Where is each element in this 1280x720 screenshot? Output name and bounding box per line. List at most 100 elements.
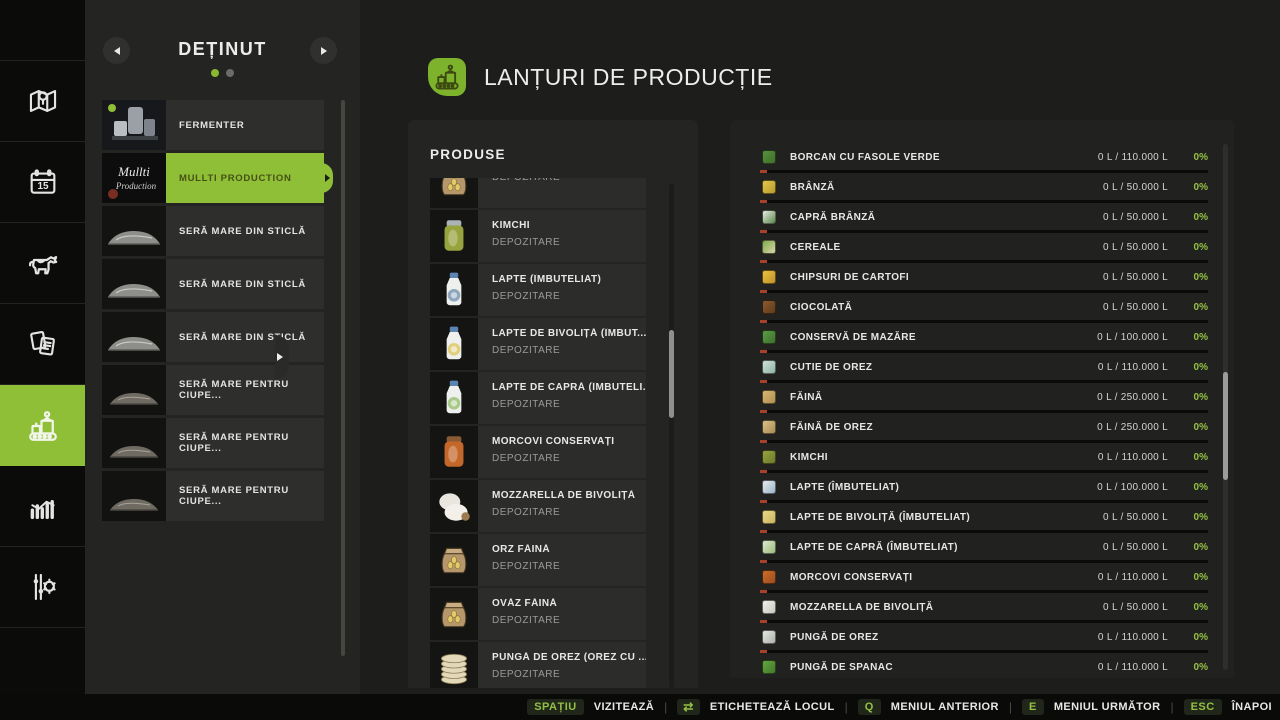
storage-row[interactable]: CUTIE DE OREZ 0 L / 110.000 L 0%	[760, 354, 1208, 384]
owned-building-item[interactable]: SERĂ MARE DIN STICLĂ	[102, 206, 324, 256]
product-name: ORZ FĂINĂ	[492, 544, 646, 555]
storage-row[interactable]: CONSERVĂ DE MAZĂRE 0 L / 100.000 L 0%	[760, 324, 1208, 354]
building-label-area: FERMENTER	[166, 100, 324, 150]
storage-fill-value: 0 L / 50.000 L	[1103, 512, 1168, 523]
building-label-area: MULLTI PRODUCTION	[166, 153, 324, 203]
product-thumbnail	[430, 264, 478, 316]
building-label-area: SERĂ MARE DIN STICLĂ	[166, 259, 324, 309]
storage-product-name: CHIPSURI DE CARTOFI	[790, 272, 909, 283]
cow-icon	[25, 245, 61, 281]
owned-building-item[interactable]: SERĂ MARE PENTRU CIUPE...	[102, 471, 324, 521]
product-item[interactable]: MORCOVI CONSERVAȚI DEPOZITARE	[430, 426, 646, 478]
svg-text:15: 15	[37, 181, 49, 192]
building-thumbnail	[102, 418, 166, 468]
nav-map[interactable]	[0, 61, 85, 142]
product-item[interactable]: LAPTE DE BIVOLIȚĂ (ÎMBUT... DEPOZITARE	[430, 318, 646, 370]
product-text-area: MOZZARELLA DE BIVOLIȚĂ DEPOZITARE	[478, 480, 646, 532]
key-action-label: ETICHETEAZĂ LOCUL	[710, 701, 835, 713]
storage-row[interactable]: CIOCOLATĂ 0 L / 50.000 L 0%	[760, 294, 1208, 324]
storage-row[interactable]: CHIPSURI DE CARTOFI 0 L / 50.000 L 0%	[760, 264, 1208, 294]
storage-product-name: BORCAN CU FASOLE VERDE	[790, 152, 940, 163]
storage-fill-bar-marker	[760, 560, 767, 563]
product-icon	[762, 540, 776, 554]
storage-fill-percent: 0%	[1194, 182, 1208, 193]
owned-building-item[interactable]: SERĂ MARE DIN STICLĂ	[102, 259, 324, 309]
storage-row[interactable]: BORCAN CU FASOLE VERDE 0 L / 110.000 L 0…	[760, 144, 1208, 174]
chevron-left-icon	[114, 47, 120, 55]
storage-row[interactable]: PUNGĂ DE OREZ 0 L / 110.000 L 0%	[760, 624, 1208, 654]
owned-list-scrollbar[interactable]	[341, 100, 345, 656]
storage-row[interactable]: LAPTE (ÎMBUTELIAT) 0 L / 100.000 L 0%	[760, 474, 1208, 504]
storage-fill-bar	[760, 500, 1208, 503]
storage-row[interactable]: BRÂNZĂ 0 L / 50.000 L 0%	[760, 174, 1208, 204]
scrollbar-thumb[interactable]	[1223, 372, 1228, 480]
building-thumbnail	[102, 259, 166, 309]
product-item[interactable]: LAPTE (ÎMBUTELIAT) DEPOZITARE	[430, 264, 646, 316]
storage-row[interactable]: LAPTE DE CAPRĂ (ÎMBUTELIAT) 0 L / 50.000…	[760, 534, 1208, 564]
hotkey-item[interactable]: ESC ÎNAPOI |	[1184, 699, 1272, 715]
storage-row[interactable]: CEREALE 0 L / 50.000 L 0%	[760, 234, 1208, 264]
production-chains-icon	[25, 408, 61, 444]
hotkey-item[interactable]: SPAȚIU VIZITEAZĂ |	[527, 699, 677, 715]
storage-product-name: CONSERVĂ DE MAZĂRE	[790, 332, 916, 343]
product-icon	[762, 210, 776, 224]
building-name: SERĂ MARE PENTRU CIUPE...	[179, 432, 324, 454]
storage-scrollbar[interactable]	[1223, 144, 1228, 670]
owned-prev-page-button[interactable]	[103, 37, 130, 64]
product-storage-label: DEPOZITARE	[492, 237, 646, 248]
page-title: LANȚURI DE PRODUCȚIE	[484, 64, 773, 91]
owned-building-item[interactable]: SERĂ MARE PENTRU CIUPE...	[102, 365, 324, 415]
owned-next-page-button[interactable]	[310, 37, 337, 64]
product-item[interactable]: ORZ FĂINĂ DEPOZITARE	[430, 534, 646, 586]
hotkey-item[interactable]: E MENIUL URMĂTOR |	[1022, 699, 1184, 715]
selected-item-arrow-icon	[325, 174, 330, 182]
storage-row[interactable]: MORCOVI CONSERVAȚI 0 L / 110.000 L 0%	[760, 564, 1208, 594]
products-scrollbar[interactable]	[669, 184, 674, 688]
building-thumbnail	[102, 312, 166, 362]
storage-product-name: MORCOVI CONSERVAȚI	[790, 572, 912, 583]
map-icon	[26, 84, 60, 118]
storage-row[interactable]: LAPTE DE BIVOLIȚĂ (ÎMBUTELIAT) 0 L / 50.…	[760, 504, 1208, 534]
hotkey-item[interactable]: Q MENIUL ANTERIOR |	[858, 699, 1022, 715]
product-item[interactable]: PUNGĂ DE OREZ (OREZ CU ... DEPOZITARE	[430, 642, 646, 688]
product-item[interactable]: LAPTE DE CAPRĂ (ÎMBUTELI... DEPOZITARE	[430, 372, 646, 424]
nav-settings[interactable]	[0, 547, 85, 628]
product-item[interactable]: MOZZARELLA DE BIVOLIȚĂ DEPOZITARE	[430, 480, 646, 532]
storage-row[interactable]: CAPRĂ BRÂNZĂ 0 L / 50.000 L 0%	[760, 204, 1208, 234]
nav-contracts[interactable]	[0, 304, 85, 385]
owned-building-item[interactable]: SERĂ MARE DIN STICLĂ	[102, 312, 324, 362]
product-text-area: PUNGĂ DE OREZ (OREZ CU ... DEPOZITARE	[478, 642, 646, 688]
scrollbar-thumb[interactable]	[341, 100, 345, 656]
storage-fill-bar	[760, 380, 1208, 383]
svg-text:Production: Production	[115, 181, 157, 191]
storage-fill-bar-marker	[760, 290, 767, 293]
product-icon	[762, 330, 776, 344]
scrollbar-thumb[interactable]	[669, 330, 674, 418]
page-dot	[226, 69, 234, 77]
hotkey-item[interactable]: ⇄ ETICHETEAZĂ LOCUL |	[677, 699, 857, 715]
storage-row[interactable]: FĂINĂ DE OREZ 0 L / 250.000 L 0%	[760, 414, 1208, 444]
storage-row[interactable]: PUNGĂ DE SPANAC 0 L / 110.000 L 0%	[760, 654, 1208, 678]
product-item[interactable]: KIMCHI DEPOZITARE	[430, 210, 646, 262]
nav-statistics[interactable]	[0, 466, 85, 547]
storage-fill-bar-marker	[760, 590, 767, 593]
statistics-icon	[26, 489, 60, 523]
owned-building-item[interactable]: MulltiProduction MULLTI PRODUCTION	[102, 153, 324, 203]
product-icon	[762, 660, 776, 674]
building-thumbnail	[102, 365, 166, 415]
storage-fill-percent: 0%	[1194, 242, 1208, 253]
owned-building-item[interactable]: FERMENTER	[102, 100, 324, 150]
nav-calendar[interactable]: 15	[0, 142, 85, 223]
product-text-area: OVĂZ FĂINĂ DEPOZITARE	[478, 588, 646, 640]
storage-row[interactable]: MOZZARELLA DE BIVOLIȚĂ 0 L / 50.000 L 0%	[760, 594, 1208, 624]
storage-row[interactable]: KIMCHI 0 L / 110.000 L 0%	[760, 444, 1208, 474]
storage-product-name: MOZZARELLA DE BIVOLIȚĂ	[790, 602, 933, 613]
nav-animals[interactable]	[0, 223, 85, 304]
nav-production-chains[interactable]	[0, 385, 85, 466]
storage-fill-bar	[760, 290, 1208, 293]
storage-row[interactable]: FĂINĂ 0 L / 250.000 L 0%	[760, 384, 1208, 414]
product-item[interactable]: OVĂZ FĂINĂ DEPOZITARE	[430, 588, 646, 640]
storage-fill-bar	[760, 440, 1208, 443]
owned-building-item[interactable]: SERĂ MARE PENTRU CIUPE...	[102, 418, 324, 468]
product-item[interactable]: DEPOZITARE	[430, 178, 646, 208]
